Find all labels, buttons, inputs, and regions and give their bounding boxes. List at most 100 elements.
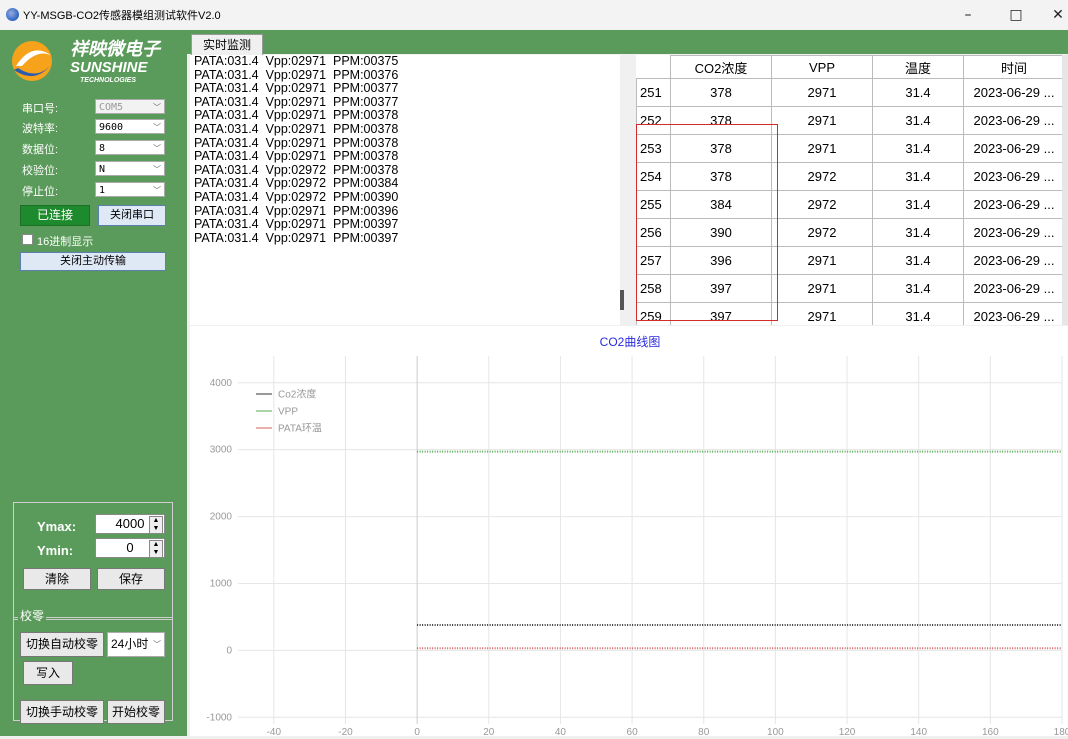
splitter-handle[interactable] <box>620 290 624 310</box>
data-table: CO2浓度 VPP 温度 时间 251 378 2971 31.4 2023-06-29… <box>636 55 1065 325</box>
connected-button[interactable]: 已连接 <box>20 205 90 226</box>
column-header-vpp[interactable]: VPP <box>771 55 873 79</box>
log-line: PATA:031.4 Vpp:02971 PPM:00397 <box>194 217 399 232</box>
parity-select[interactable]: N ﹀ <box>95 161 165 176</box>
table-cell: 31.4 <box>872 274 964 303</box>
table-cell: 2023-06-29 ... <box>963 162 1065 191</box>
table-cell: 378 <box>670 78 772 107</box>
tab-strip: 实时监测 <box>187 30 1068 55</box>
table-cell: 2972 <box>771 218 873 247</box>
minimize-button[interactable]: – <box>950 4 986 26</box>
clear-button[interactable]: 清除 <box>23 568 91 590</box>
serial-log[interactable]: PATA:031.4 Vpp:02971 PPM:00375 PATA:031.4… <box>190 55 620 325</box>
title-bar: YY-MSGB-CO2传感器模组测试软件V2.0 – □ ✕ <box>0 0 1068 30</box>
table-row[interactable]: 256 390 2972 31.4 2023-06-29 ... <box>636 218 1065 247</box>
ymin-spinbox[interactable]: 0 ▲ ▼ <box>95 538 165 558</box>
table-cell: 31.4 <box>872 162 964 191</box>
table-row[interactable]: 251 378 2971 31.4 2023-06-29 ... <box>636 78 1065 107</box>
table-cell: 2972 <box>771 190 873 219</box>
log-line: PATA:031.4 Vpp:02971 PPM:00378 <box>194 135 399 150</box>
column-header-co2[interactable]: CO2浓度 <box>670 55 772 79</box>
hex-display-checkbox[interactable] <box>22 234 33 245</box>
chevron-down-icon: ﹀ <box>153 144 161 153</box>
table-cell: 2972 <box>771 162 873 191</box>
log-lines: PATA:031.4 Vpp:02971 PPM:00375 PATA:031.4… <box>190 55 620 245</box>
table-cell: 384 <box>670 190 772 219</box>
log-line: PATA:031.4 Vpp:02971 PPM:00376 <box>194 67 399 82</box>
chevron-down-icon: ﹀ <box>153 186 161 195</box>
x-tick-label: 140 <box>910 727 927 736</box>
close-port-button[interactable]: 关闭串口 <box>98 205 166 226</box>
chevron-down-icon: ﹀ <box>153 103 161 112</box>
x-tick-label: 80 <box>698 727 710 736</box>
y-tick-label: -1000 <box>206 712 232 723</box>
logo-text-sub: TECHNOLOGIES <box>80 77 136 84</box>
row-index: 251 <box>636 78 671 107</box>
log-line: PATA:031.4 Vpp:02972 PPM:00384 <box>194 176 399 191</box>
hex-display-label: 16进制显示 <box>37 236 94 248</box>
write-button[interactable]: 写入 <box>23 661 73 685</box>
tab-realtime-monitor[interactable]: 实时监测 <box>191 34 263 55</box>
table-scrollbar[interactable] <box>1062 55 1068 325</box>
manual-zero-button[interactable]: 切换手动校零 <box>20 700 104 724</box>
legend-label: PATA环温 <box>278 423 322 435</box>
spin-arrows-icon[interactable]: ▲ ▼ <box>149 540 163 558</box>
y-tick-label: 0 <box>226 645 232 656</box>
log-line: PATA:031.4 Vpp:02971 PPM:00377 <box>194 81 399 96</box>
close-button[interactable]: ✕ <box>1040 4 1068 26</box>
save-button[interactable]: 保存 <box>97 568 165 590</box>
table-row[interactable]: 257 396 2971 31.4 2023-06-29 ... <box>636 246 1065 275</box>
chart-title: CO2曲线图 <box>600 335 661 349</box>
log-line: PATA:031.4 Vpp:02971 PPM:00396 <box>194 203 399 218</box>
table-cell: 378 <box>670 134 772 163</box>
table-cell: 2023-06-29 ... <box>963 190 1065 219</box>
table-row[interactable]: 259 397 2971 31.4 2023-06-29 ... <box>636 302 1065 325</box>
stop-bits-label: 停止位: <box>22 186 59 198</box>
data-table-panel[interactable]: CO2浓度 VPP 温度 时间 251 378 2971 31.4 2023-06-29… <box>636 55 1068 325</box>
x-tick-label: 40 <box>555 727 567 736</box>
legend-label: VPP <box>278 407 298 418</box>
zero-interval-select[interactable]: 24小时 ﹀ <box>107 632 165 657</box>
column-header-time[interactable]: 时间 <box>963 55 1065 79</box>
spin-arrows-icon[interactable]: ▲ ▼ <box>149 516 163 534</box>
table-row[interactable]: 252 378 2971 31.4 2023-06-29 ... <box>636 106 1065 135</box>
log-line: PATA:031.4 Vpp:02971 PPM:00378 <box>194 149 399 164</box>
port-select[interactable]: COM5 ﹀ <box>95 99 165 114</box>
baud-label: 波特率: <box>22 123 59 135</box>
close-active-transfer-button[interactable]: 关闭主动传输 <box>20 252 166 271</box>
x-tick-label: 100 <box>767 727 784 736</box>
app-icon <box>6 8 19 21</box>
table-cell: 2971 <box>771 134 873 163</box>
table-cell: 31.4 <box>872 302 964 325</box>
baud-select[interactable]: 9600 ﹀ <box>95 119 165 134</box>
ymin-label: Ymin: <box>37 543 74 558</box>
table-header-row: CO2浓度 VPP 温度 时间 <box>636 55 1065 79</box>
log-line: PATA:031.4 Vpp:02971 PPM:00397 <box>194 230 399 245</box>
maximize-button[interactable]: □ <box>998 4 1034 26</box>
table-row[interactable]: 258 397 2971 31.4 2023-06-29 ... <box>636 274 1065 303</box>
table-cell: 31.4 <box>872 246 964 275</box>
ymax-spinbox[interactable]: 4000 ▲ ▼ <box>95 514 165 534</box>
x-tick-label: -40 <box>267 727 282 736</box>
x-tick-label: 160 <box>982 727 999 736</box>
stop-bits-select[interactable]: 1 ﹀ <box>95 182 165 197</box>
column-header-temp[interactable]: 温度 <box>872 55 964 79</box>
row-index: 259 <box>636 302 671 325</box>
auto-zero-button[interactable]: 切换自动校零 <box>20 632 104 657</box>
chart-svg: CO2曲线图 -1000 0 1000 2000 3000 4000 -40 -20 0 20 40 6… <box>206 335 1068 738</box>
table-row[interactable]: 254 378 2972 31.4 2023-06-29 ... <box>636 162 1065 191</box>
table-cell: 2971 <box>771 302 873 325</box>
table-row[interactable]: 253 378 2971 31.4 2023-06-29 ... <box>636 134 1065 163</box>
company-logo: 祥映微电子 SUNSHINE TECHNOLOGIES <box>12 39 162 84</box>
table-cell: 2971 <box>771 274 873 303</box>
x-tick-label: -20 <box>338 727 353 736</box>
start-zero-button[interactable]: 开始校零 <box>107 700 165 724</box>
chevron-down-icon: ﹀ <box>153 123 161 132</box>
table-cell: 390 <box>670 218 772 247</box>
window-title: YY-MSGB-CO2传感器模组测试软件V2.0 <box>23 10 221 22</box>
row-index: 257 <box>636 246 671 275</box>
table-row[interactable]: 255 384 2972 31.4 2023-06-29 ... <box>636 190 1065 219</box>
ymax-label: Ymax: <box>37 519 77 534</box>
data-bits-select[interactable]: 8 ﹀ <box>95 140 165 155</box>
x-tick-label: 0 <box>414 727 420 736</box>
